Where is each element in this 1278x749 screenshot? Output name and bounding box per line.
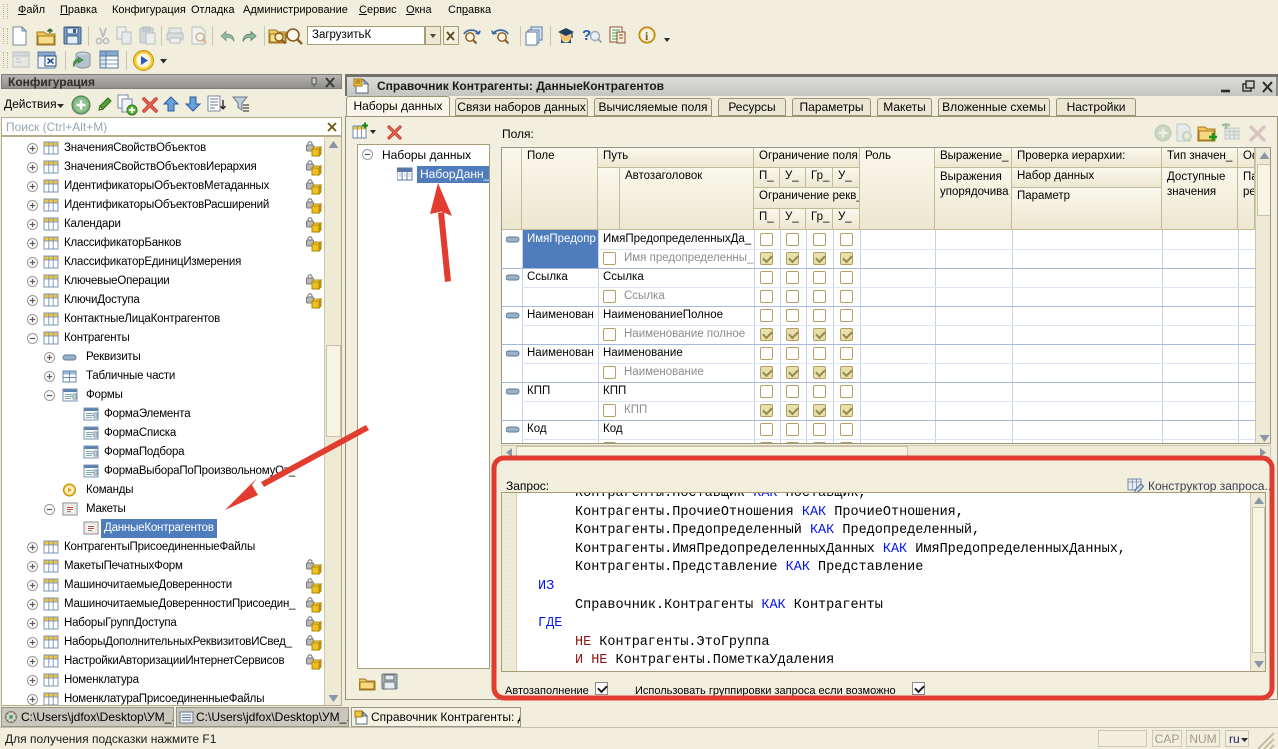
svg-text:?: ?	[582, 27, 591, 44]
